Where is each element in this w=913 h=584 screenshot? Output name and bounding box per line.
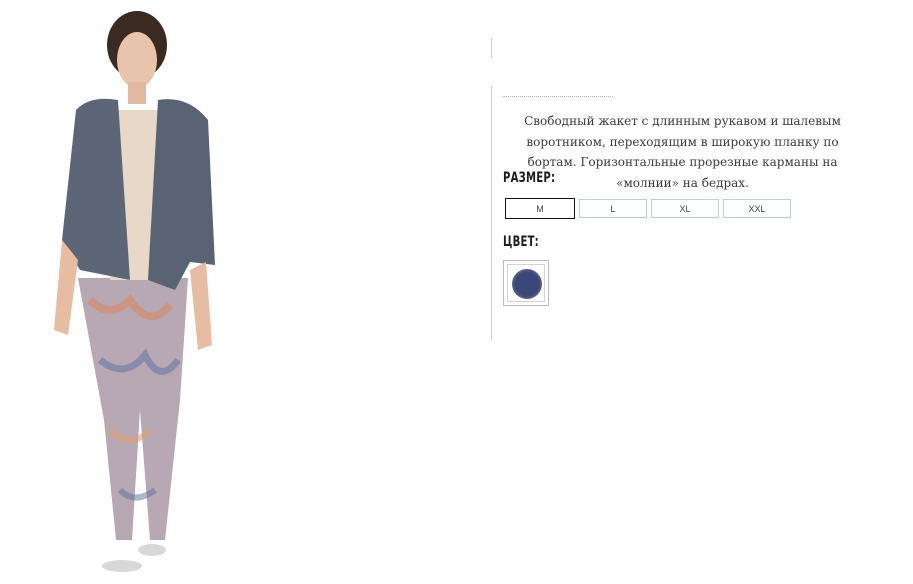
navy-color-dot xyxy=(512,269,542,299)
size-option-xxl[interactable]: XXL xyxy=(723,199,791,218)
size-option-m[interactable]: M xyxy=(505,198,575,219)
swatch-frame xyxy=(507,264,545,302)
vertical-divider xyxy=(491,86,492,340)
color-swatch-navy[interactable] xyxy=(503,260,549,306)
size-heading: РАЗМЕР: xyxy=(503,170,556,186)
dotted-separator xyxy=(503,96,613,97)
size-option-l[interactable]: L xyxy=(579,199,647,218)
size-selector: M L XL XXL xyxy=(505,198,791,219)
color-heading: ЦВЕТ: xyxy=(503,234,539,250)
vertical-divider-top xyxy=(491,38,492,58)
product-photo xyxy=(40,0,240,584)
size-option-xl[interactable]: XL xyxy=(651,199,719,218)
